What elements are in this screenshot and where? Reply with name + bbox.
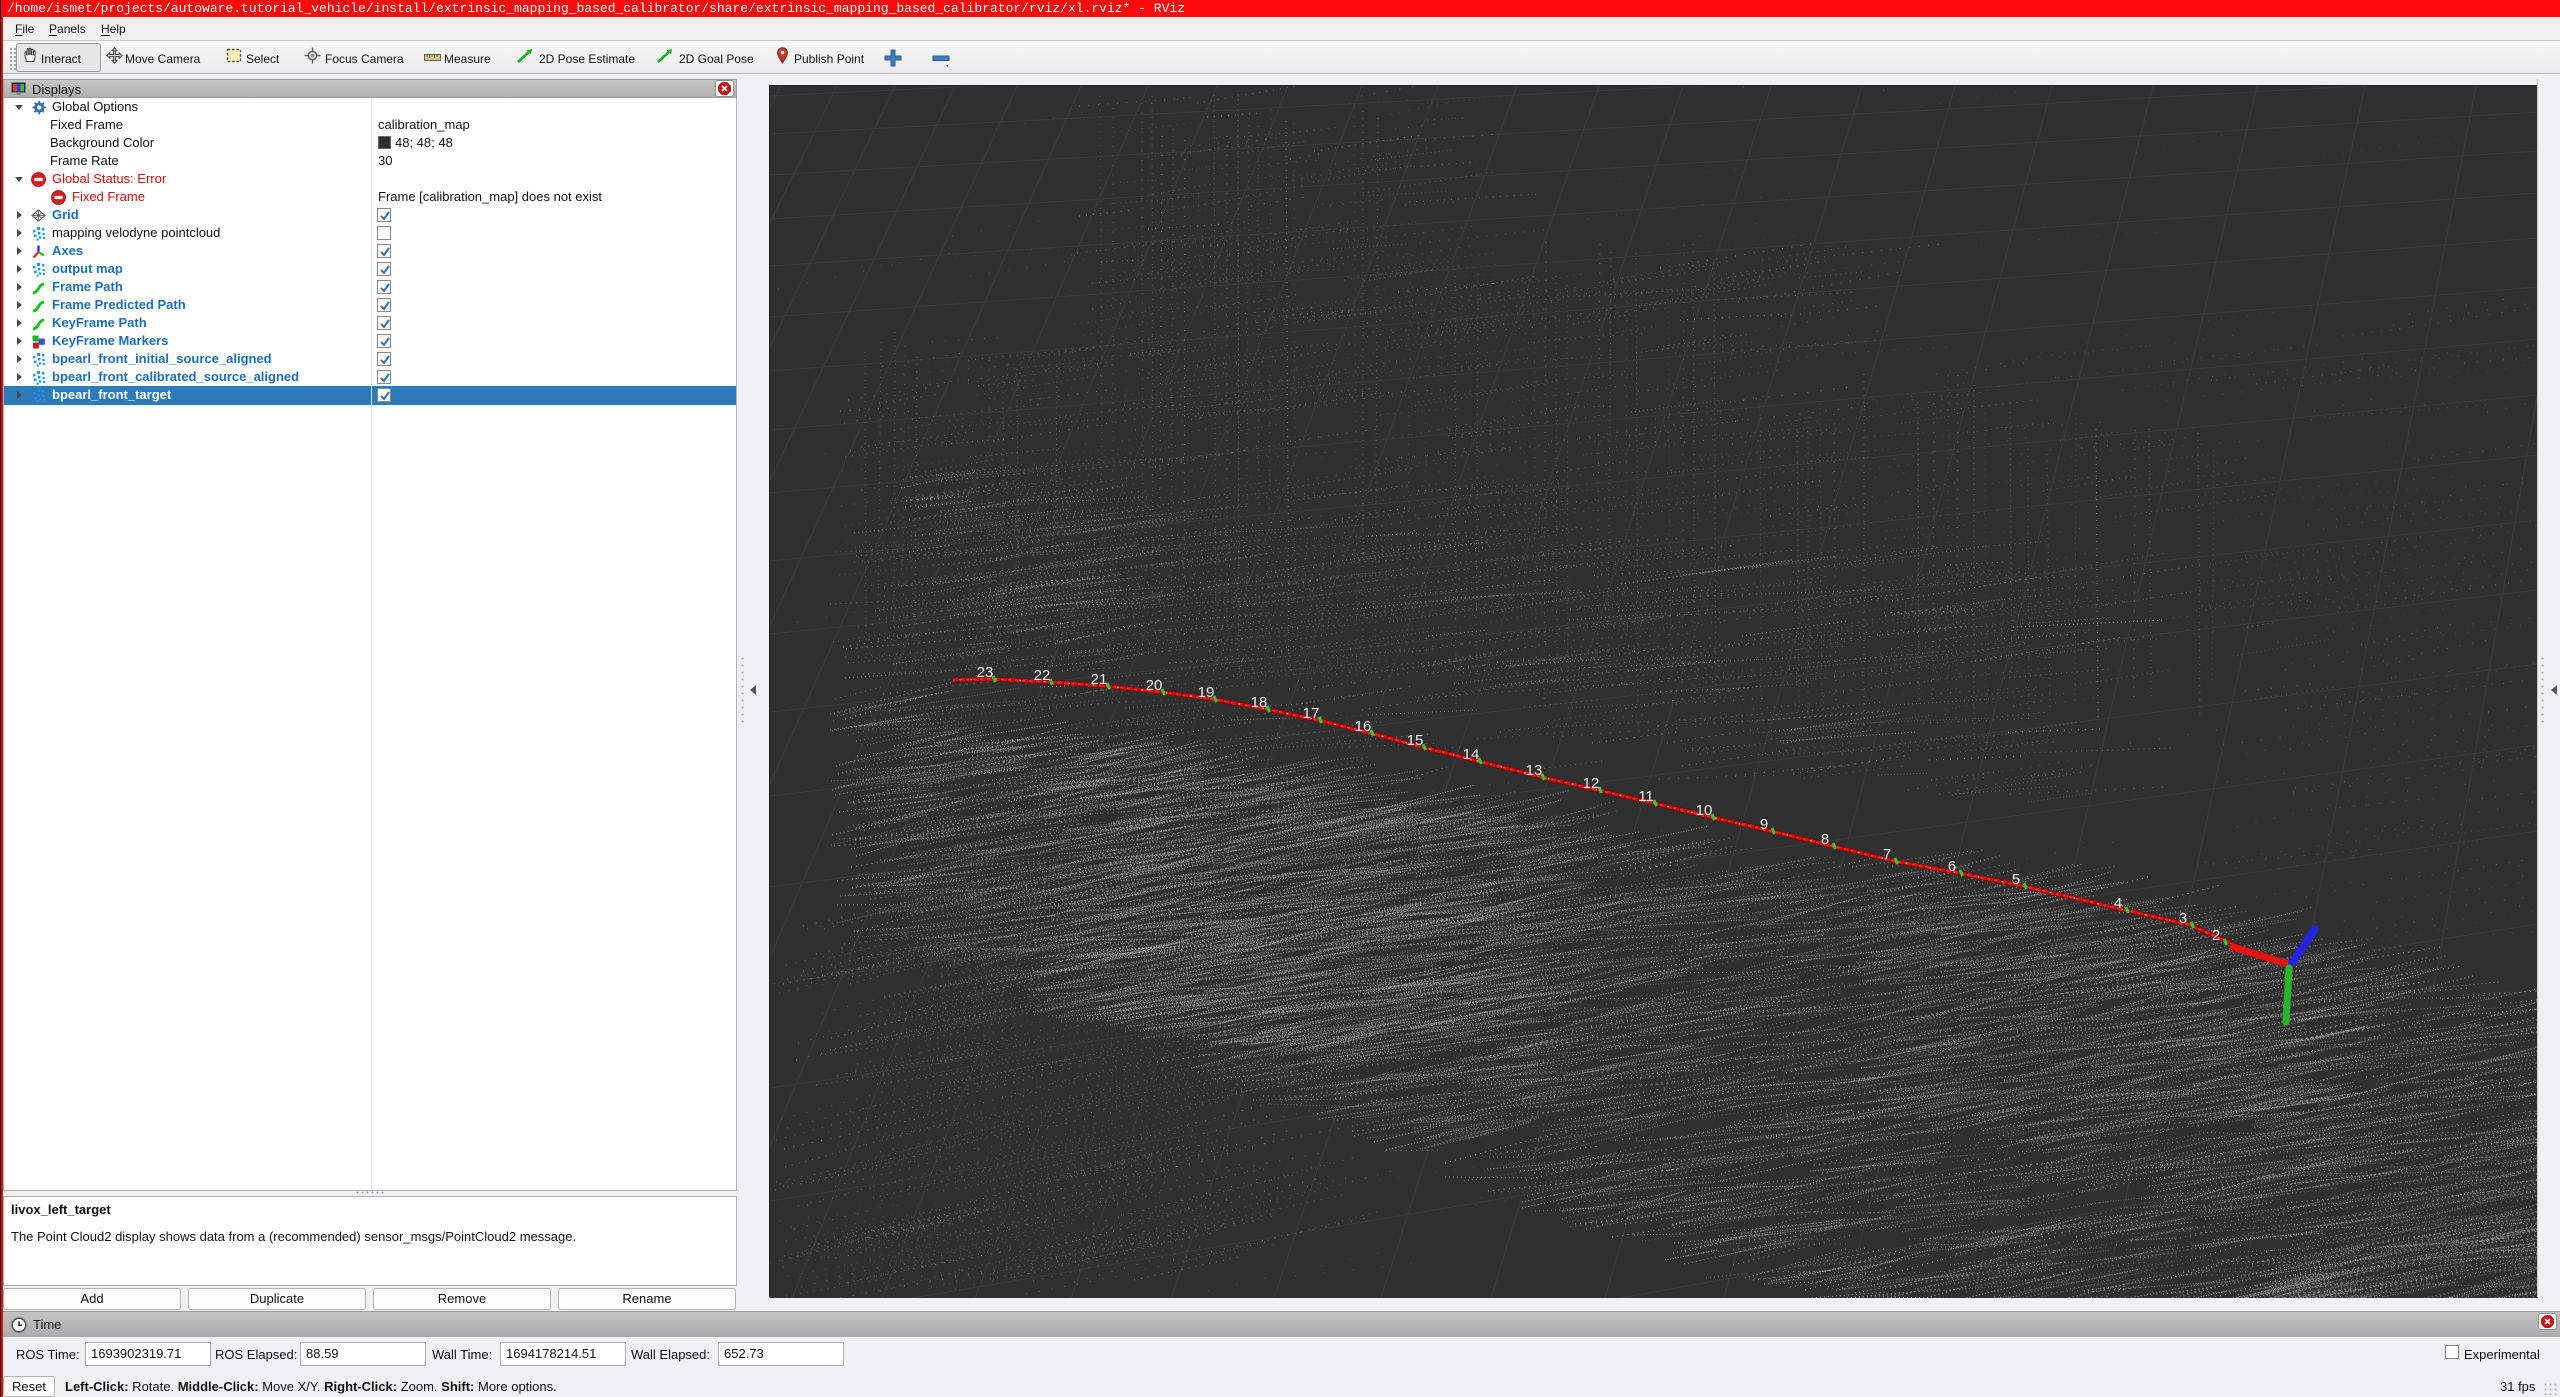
svg-text:2: 2 xyxy=(2212,927,2220,944)
svg-text:15: 15 xyxy=(1407,732,1424,749)
svg-text:6: 6 xyxy=(1948,858,1956,875)
svg-text:20: 20 xyxy=(1146,677,1163,694)
svg-text:4: 4 xyxy=(2114,895,2122,912)
svg-text:22: 22 xyxy=(1034,667,1051,684)
svg-text:9: 9 xyxy=(1760,816,1768,833)
svg-text:14: 14 xyxy=(1463,746,1480,763)
svg-text:18: 18 xyxy=(1251,694,1268,711)
svg-text:21: 21 xyxy=(1091,671,1108,688)
svg-text:10: 10 xyxy=(1696,802,1713,819)
svg-text:12: 12 xyxy=(1583,775,1600,792)
svg-text:13: 13 xyxy=(1526,762,1543,779)
svg-text:16: 16 xyxy=(1355,718,1372,735)
svg-text:8: 8 xyxy=(1821,831,1829,848)
svg-text:7: 7 xyxy=(1883,846,1891,863)
svg-text:17: 17 xyxy=(1303,705,1320,722)
svg-text:23: 23 xyxy=(977,664,994,681)
svg-text:19: 19 xyxy=(1198,684,1215,701)
svg-text:11: 11 xyxy=(1638,788,1654,805)
svg-text:5: 5 xyxy=(2012,871,2020,888)
svg-text:3: 3 xyxy=(2179,910,2187,927)
